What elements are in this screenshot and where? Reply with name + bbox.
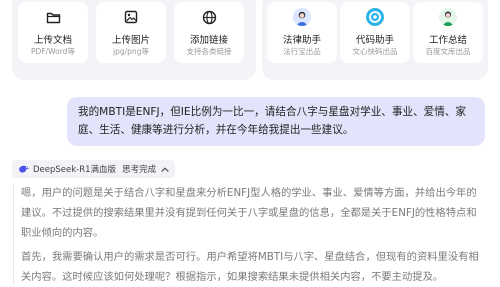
upload-document-title: 上传文档 — [33, 35, 72, 46]
add-link-button[interactable]: 添加链接 支持各类链接 — [174, 2, 244, 63]
thinking-status: 思考完成 — [122, 165, 157, 175]
law-assistant-title: 法律助手 — [282, 35, 321, 46]
deepseek-logo-icon — [18, 164, 30, 174]
add-link-title: 添加链接 — [189, 35, 228, 46]
user-message-text: 我的MBTI是ENFJ，但IE比例为一比一，请结合八字与星盘对学业、事业、爱情、… — [78, 106, 467, 136]
work-avatar-icon — [439, 8, 457, 26]
code-avatar-icon — [366, 8, 384, 26]
upload-tools-panel: 上传文档 PDF/Word等 上传图片 jpg/png等 添加链接 支持各类链接 — [12, 0, 256, 80]
upload-image-title: 上传图片 — [111, 35, 150, 46]
add-link-subtitle: 支持各类链接 — [186, 47, 232, 56]
user-message-bubble: 我的MBTI是ENFJ，但IE比例为一比一，请结合八字与星盘对学业、事业、爱情、… — [67, 97, 485, 146]
code-assistant-button[interactable]: 代码助手 文心快码出品 — [340, 2, 410, 63]
law-assistant-button[interactable]: 法律助手 法行宝出品 — [267, 2, 337, 63]
code-assistant-subtitle: 文心快码出品 — [352, 47, 398, 56]
globe-icon — [174, 8, 244, 26]
image-icon — [96, 8, 166, 26]
law-avatar-icon — [293, 8, 311, 26]
thinking-divider — [13, 184, 14, 284]
code-assistant-title: 代码助手 — [355, 35, 394, 46]
upload-document-button[interactable]: 上传文档 PDF/Word等 — [18, 2, 88, 63]
upload-image-subtitle: jpg/png等 — [113, 47, 149, 56]
law-assistant-subtitle: 法行宝出品 — [283, 47, 321, 56]
thinking-paragraph: 首先，我需要确认用户的需求是否可行。用户希望将MBTI与八字、星盘结合，但现有的… — [21, 251, 479, 283]
assistants-panel: 法律助手 法行宝出品 代码助手 文心快码出品 工作总结 百度文库出品 — [262, 0, 488, 80]
work-summary-button[interactable]: 工作总结 百度文库出品 — [413, 2, 483, 63]
work-summary-subtitle: 百度文库出品 — [425, 47, 471, 56]
folder-icon — [18, 8, 88, 26]
chevron-up-icon — [161, 167, 169, 172]
upload-image-button[interactable]: 上传图片 jpg/png等 — [96, 2, 166, 63]
model-name: DeepSeek-R1满血版 — [33, 165, 117, 175]
work-summary-title: 工作总结 — [428, 35, 467, 46]
upload-document-subtitle: PDF/Word等 — [31, 47, 75, 56]
thinking-toggle[interactable]: DeepSeek-R1满血版 思考完成 — [12, 160, 176, 178]
thinking-paragraph: 嗯，用户的问题是关于结合八字和星盘来分析ENFJ型人格的学业、事业、爱情等方面，… — [21, 187, 477, 239]
